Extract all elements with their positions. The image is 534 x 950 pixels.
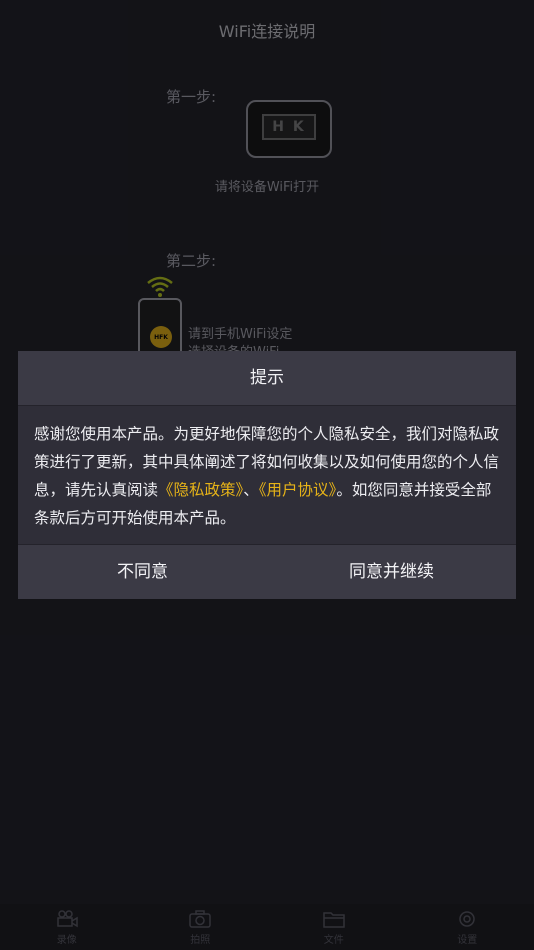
- disagree-button[interactable]: 不同意: [18, 545, 267, 599]
- agree-continue-button[interactable]: 同意并继续: [267, 545, 516, 599]
- user-agreement-link[interactable]: 《用户协议》: [259, 481, 337, 499]
- privacy-dialog: 提示 感谢您使用本产品。为更好地保障您的个人隐私安全，我们对隐私政策进行了更新，…: [18, 351, 516, 599]
- dialog-title: 提示: [18, 351, 516, 406]
- dialog-button-bar: 不同意 同意并继续: [18, 544, 516, 599]
- dialog-message: 感谢您使用本产品。为更好地保障您的个人隐私安全，我们对隐私政策进行了更新，其中具…: [18, 406, 516, 546]
- dialog-separator: 、: [243, 481, 259, 499]
- privacy-policy-link[interactable]: 《隐私政策》: [158, 481, 243, 499]
